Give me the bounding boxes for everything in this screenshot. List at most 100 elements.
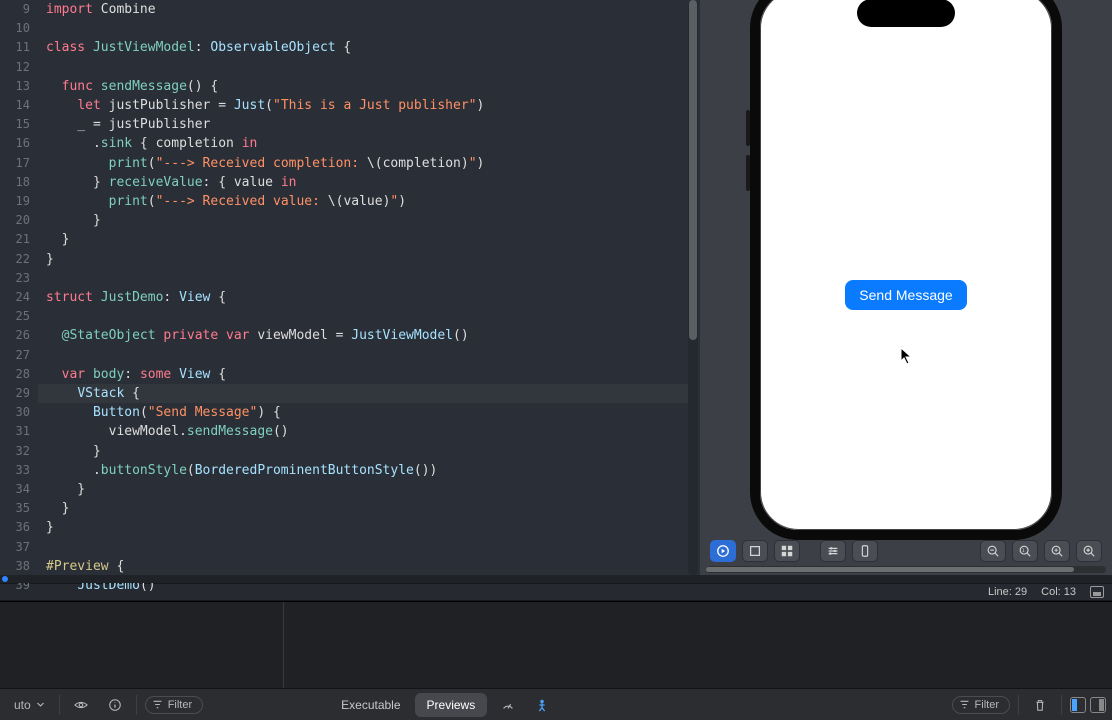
- code-line[interactable]: [46, 538, 700, 557]
- toggle-console-pane[interactable]: [1090, 697, 1106, 713]
- info-button[interactable]: [102, 695, 128, 715]
- grid-icon: [780, 544, 794, 558]
- code-area[interactable]: import Combine class JustViewModel: Obse…: [38, 0, 700, 575]
- line-number: 12: [0, 58, 38, 77]
- scrollbar-thumb[interactable]: [706, 567, 1074, 572]
- line-number: 11: [0, 38, 38, 57]
- zoom-out-button[interactable]: [980, 540, 1006, 562]
- code-line[interactable]: .buttonStyle(BorderedProminentButtonStyl…: [46, 461, 700, 480]
- scrollbar-thumb[interactable]: [689, 0, 697, 340]
- line-number: 13: [0, 77, 38, 96]
- line-number: 35: [0, 499, 38, 518]
- code-line[interactable]: }: [46, 211, 700, 230]
- code-line[interactable]: [46, 346, 700, 365]
- code-line[interactable]: func sendMessage() {: [46, 77, 700, 96]
- debug-person-button[interactable]: [529, 695, 555, 715]
- line-number: 37: [0, 538, 38, 557]
- code-line[interactable]: let justPublisher = Just("This is a Just…: [46, 96, 700, 115]
- code-line[interactable]: import Combine: [46, 0, 700, 19]
- live-preview-button[interactable]: [710, 540, 736, 562]
- line-number: 31: [0, 422, 38, 441]
- line-number: 23: [0, 269, 38, 288]
- cursor-line-indicator: Line: 29: [988, 586, 1027, 598]
- line-number-gutter: 9101112131415161718192021222324252627282…: [0, 0, 38, 575]
- tab-executable[interactable]: Executable: [329, 693, 412, 717]
- code-line[interactable]: _ = justPublisher: [46, 115, 700, 134]
- code-line[interactable]: print("---> Received completion: \(compl…: [46, 154, 700, 173]
- tab-previews[interactable]: Previews: [415, 693, 488, 717]
- code-line[interactable]: #Preview {: [46, 557, 700, 576]
- eye-icon: [74, 698, 88, 712]
- filter-icon: [152, 699, 163, 710]
- clear-console-button[interactable]: [1027, 695, 1053, 715]
- code-line[interactable]: print("---> Received value: \(value)"): [46, 192, 700, 211]
- build-progress-strip: [0, 575, 1112, 583]
- filter-label: Filter: [975, 699, 999, 711]
- preview-horizontal-scrollbar[interactable]: [706, 566, 1106, 573]
- code-line[interactable]: struct JustDemo: View {: [46, 288, 700, 307]
- code-line[interactable]: }: [46, 499, 700, 518]
- auto-label: uto: [14, 698, 31, 712]
- debug-area: [0, 601, 1112, 688]
- code-line[interactable]: viewModel.sendMessage(): [46, 422, 700, 441]
- minimap-toggle-icon[interactable]: [1090, 586, 1104, 598]
- line-number: 38: [0, 557, 38, 576]
- code-line[interactable]: }: [46, 250, 700, 269]
- selectable-preview-button[interactable]: [742, 540, 768, 562]
- line-number: 19: [0, 192, 38, 211]
- code-line[interactable]: } receiveValue: { value in: [46, 173, 700, 192]
- current-line-highlight: [38, 384, 688, 403]
- code-line[interactable]: .sink { completion in: [46, 134, 700, 153]
- send-message-button[interactable]: Send Message: [845, 280, 966, 310]
- phone-screen: Send Message: [760, 0, 1052, 530]
- filter-console[interactable]: Filter: [952, 696, 1010, 714]
- quicklook-button[interactable]: [68, 695, 94, 715]
- line-number: 18: [0, 173, 38, 192]
- metrics-button[interactable]: [495, 695, 521, 715]
- filter-variables[interactable]: Filter: [145, 696, 203, 714]
- toggle-variables-pane[interactable]: [1070, 697, 1086, 713]
- variants-preview-button[interactable]: [774, 540, 800, 562]
- zoom-in-button[interactable]: [1076, 540, 1102, 562]
- zoom-out-icon: [986, 544, 1000, 558]
- sliders-icon: [826, 544, 840, 558]
- zoom-fit-button[interactable]: [1044, 540, 1070, 562]
- info-icon: [108, 698, 122, 712]
- console-view[interactable]: [284, 602, 1112, 688]
- code-line[interactable]: var body: some View {: [46, 365, 700, 384]
- code-line[interactable]: }: [46, 442, 700, 461]
- variables-view[interactable]: [0, 602, 284, 688]
- zoom-fit-icon: [1050, 544, 1064, 558]
- editor-vertical-scrollbar[interactable]: [688, 0, 698, 575]
- code-line[interactable]: [46, 307, 700, 326]
- bottom-bar: uto Filter Executable Previews: [0, 688, 1112, 720]
- speedometer-icon: [501, 698, 515, 712]
- zoom-actual-button[interactable]: 1: [1012, 540, 1038, 562]
- code-line[interactable]: [46, 269, 700, 288]
- code-line[interactable]: [46, 58, 700, 77]
- line-number: 22: [0, 250, 38, 269]
- trash-icon: [1033, 698, 1047, 712]
- line-number: 17: [0, 154, 38, 173]
- build-activity-indicator: [2, 576, 8, 582]
- filter-label: Filter: [168, 699, 192, 711]
- line-number: 33: [0, 461, 38, 480]
- code-line[interactable]: class JustViewModel: ObservableObject {: [46, 38, 700, 57]
- device-settings-button[interactable]: [820, 540, 846, 562]
- line-number: 32: [0, 442, 38, 461]
- code-line[interactable]: [46, 19, 700, 38]
- auto-menu[interactable]: uto: [8, 695, 51, 715]
- preview-on-device-button[interactable]: [852, 540, 878, 562]
- code-editor[interactable]: 9101112131415161718192021222324252627282…: [0, 0, 700, 575]
- cursor-col-indicator: Col: 13: [1041, 586, 1076, 598]
- line-number: 26: [0, 326, 38, 345]
- code-line[interactable]: }: [46, 230, 700, 249]
- line-number: 15: [0, 115, 38, 134]
- main-area: 9101112131415161718192021222324252627282…: [0, 0, 1112, 575]
- code-line[interactable]: }: [46, 480, 700, 499]
- line-number: 21: [0, 230, 38, 249]
- code-line[interactable]: Button("Send Message") {: [46, 403, 700, 422]
- code-line[interactable]: }: [46, 518, 700, 537]
- code-line[interactable]: @StateObject private var viewModel = Jus…: [46, 326, 700, 345]
- line-number: 9: [0, 0, 38, 19]
